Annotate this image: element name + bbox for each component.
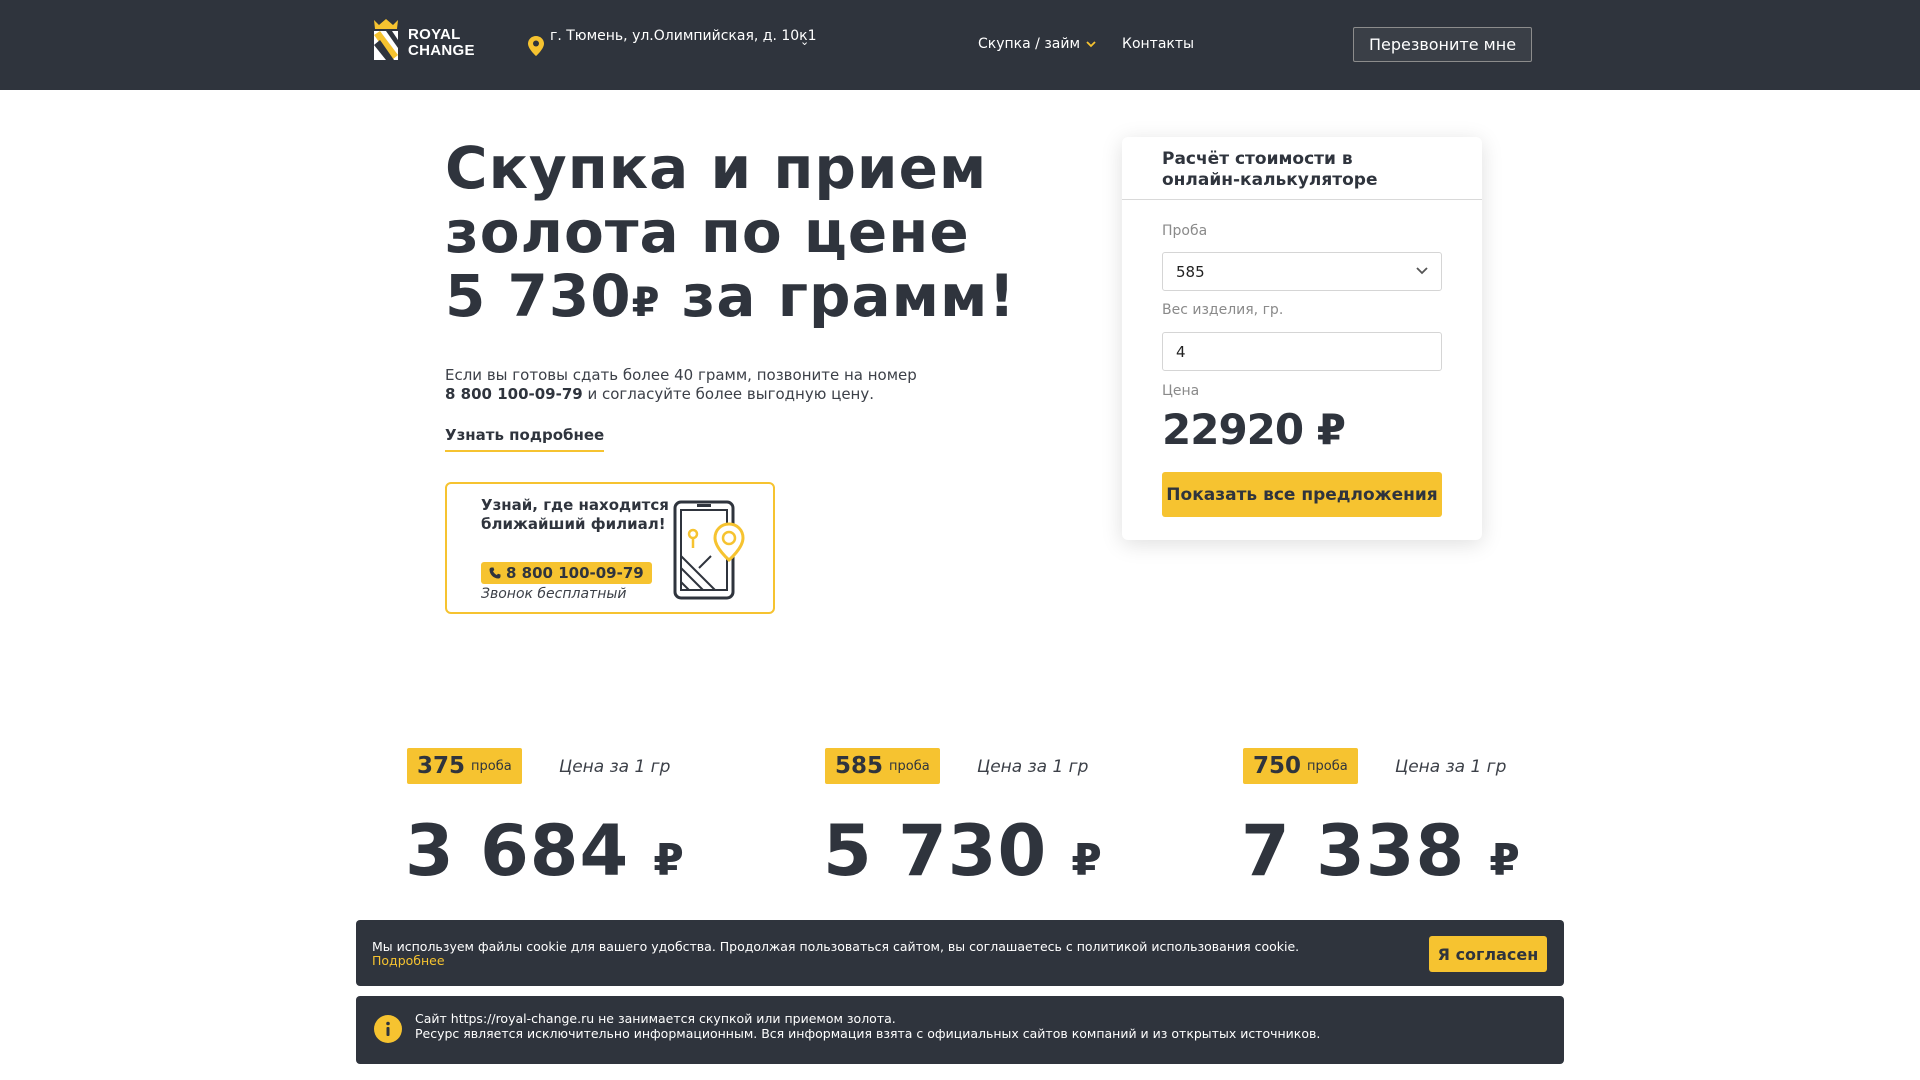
main-nav: Скупка / займ Контакты [978, 36, 1220, 52]
info-notice: Сайт https://royal-change.ru не занимает… [356, 996, 1564, 1064]
page-title: Скупка и прием золота по цене 5 730₽ за … [445, 134, 1016, 330]
address-text: г. Тюмень, ул.Олимпийская, д. 10к1 [550, 28, 817, 44]
price-value: 5 730 ₽ [823, 810, 1103, 892]
address-selector[interactable]: г. Тюмень, ул.Олимпийская, д. 10к1 ⌄ [528, 28, 818, 56]
price-per-gram-label: Цена за 1 гр [1395, 757, 1507, 777]
rouble-sign: ₽ [1489, 835, 1521, 886]
cookie-accept-button[interactable]: Я согласен [1429, 936, 1547, 972]
nav-item-label: Контакты [1122, 36, 1195, 52]
callback-button[interactable]: Перезвоните мне [1353, 27, 1532, 62]
logo-crown-icon [374, 19, 398, 60]
proba-number: 750 [1253, 753, 1302, 779]
branch-phone-button[interactable]: 8 800 100-09-79 [481, 562, 652, 584]
price-card-585: 585 проба Цена за 1 гр 5 730 ₽ [823, 748, 1205, 892]
nav-item-buy-loan[interactable]: Скупка / займ [978, 36, 1096, 52]
proba-badge: 375 проба [407, 748, 522, 784]
proba-label: Проба [1162, 223, 1208, 239]
proba-select[interactable]: 585 [1162, 252, 1442, 291]
price-per-gram-label: Цена за 1 гр [977, 757, 1089, 777]
price-per-gram-label: Цена за 1 гр [559, 757, 671, 777]
site-header: ROYAL CHANGE г. Тюмень, ул.Олимпийская, … [0, 0, 1920, 90]
calculator-heading: Расчёт стоимости в онлайн-калькуляторе [1162, 149, 1378, 190]
nearest-branch-card: Узнай, где находится ближайший филиал! 8… [445, 482, 775, 614]
cookie-more-link[interactable]: Подробнее [372, 953, 445, 968]
calculated-price: 22920 ₽ [1162, 405, 1346, 454]
rouble-sign: ₽ [1071, 835, 1103, 886]
proba-number: 375 [417, 753, 466, 779]
phone-icon [489, 567, 501, 579]
nav-item-label: Скупка / займ [978, 36, 1081, 52]
hero-phone[interactable]: 8 800 100-09-79 [445, 385, 583, 403]
price-card-375: 375 проба Цена за 1 гр 3 684 ₽ [405, 748, 787, 892]
chevron-down-icon: ⌄ [800, 35, 810, 48]
location-pin-icon [528, 36, 544, 56]
nav-item-contacts[interactable]: Контакты [1122, 36, 1194, 52]
divider [1122, 199, 1482, 200]
proba-label: проба [889, 758, 930, 774]
proba-selected-value: 585 [1176, 263, 1205, 281]
price-card-750: 750 проба Цена за 1 гр 7 338 ₽ [1241, 748, 1623, 892]
weight-input[interactable] [1162, 332, 1442, 371]
show-offers-button[interactable]: Показать все предложения [1162, 472, 1442, 517]
rouble-sign: ₽ [631, 280, 661, 326]
price-calculator: Расчёт стоимости в онлайн-калькуляторе П… [1122, 137, 1482, 540]
proba-badge: 585 проба [825, 748, 940, 784]
branch-phone-number: 8 800 100-09-79 [506, 564, 644, 582]
hero-description: Если вы готовы сдать более 40 грамм, поз… [445, 366, 917, 403]
phone-map-icon [673, 500, 745, 600]
info-icon [374, 1015, 402, 1043]
logo-line2: CHANGE [408, 42, 475, 59]
learn-more-link[interactable]: Узнать подробнее [445, 426, 605, 452]
cookie-banner: Мы используем файлы cookie для вашего уд… [356, 920, 1564, 986]
notice-line-2: Ресурс является исключительно информацио… [415, 1026, 1321, 1041]
proba-badge: 750 проба [1243, 748, 1358, 784]
logo-line1: ROYAL [408, 26, 461, 43]
chevron-down-icon [1086, 41, 1096, 48]
proba-label: проба [1307, 758, 1348, 774]
cookie-text: Мы используем файлы cookie для вашего уд… [372, 939, 1300, 954]
chevron-down-icon [1416, 267, 1428, 275]
price-label: Цена [1162, 383, 1200, 399]
branch-title: Узнай, где находится ближайший филиал! [481, 496, 669, 533]
rouble-sign: ₽ [653, 835, 685, 886]
price-value: 7 338 ₽ [1241, 810, 1521, 892]
notice-line-1: Сайт https://royal-change.ru не занимает… [415, 1011, 896, 1026]
price-value: 3 684 ₽ [405, 810, 685, 892]
proba-number: 585 [835, 753, 884, 779]
proba-label: проба [471, 758, 512, 774]
free-call-note: Звонок бесплатный [481, 586, 627, 602]
logo[interactable]: ROYAL CHANGE [372, 18, 475, 62]
weight-label: Вес изделия, гр. [1162, 302, 1284, 318]
